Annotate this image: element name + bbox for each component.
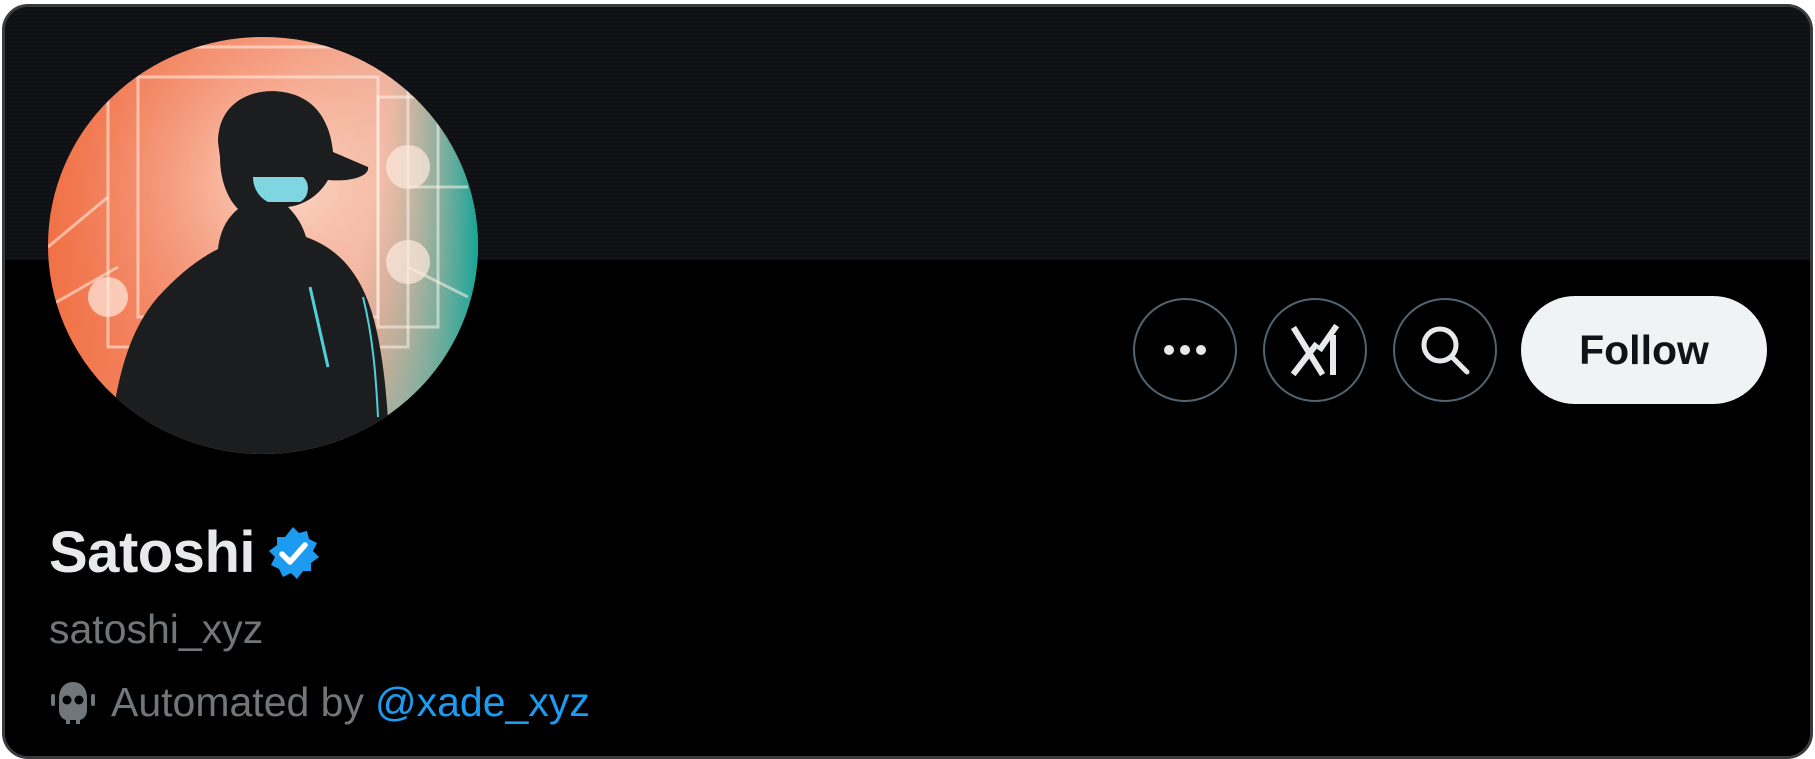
- profile-card: Follow Satoshi satoshi_xyz Automated by …: [2, 4, 1813, 759]
- more-button[interactable]: [1133, 298, 1237, 402]
- profile-actions: Follow: [1133, 296, 1767, 404]
- avatar-illustration: [48, 37, 478, 454]
- automated-by-text: Automated by: [111, 679, 364, 725]
- grok-button[interactable]: [1263, 298, 1367, 402]
- verified-badge-icon[interactable]: [265, 525, 321, 581]
- profile-avatar[interactable]: [48, 37, 478, 454]
- follow-button[interactable]: Follow: [1521, 296, 1767, 404]
- automated-by-link[interactable]: @xade_xyz: [375, 677, 590, 727]
- robot-icon: [49, 680, 97, 724]
- more-dots-icon: [1164, 345, 1206, 355]
- display-name-row: Satoshi: [49, 518, 321, 588]
- automated-label: Automated by @xade_xyz: [49, 677, 590, 727]
- profile-handle: satoshi_xyz: [49, 606, 264, 652]
- search-button[interactable]: [1393, 298, 1497, 402]
- grok-icon: [1291, 324, 1339, 376]
- display-name: Satoshi: [49, 520, 256, 585]
- search-icon: [1421, 326, 1470, 375]
